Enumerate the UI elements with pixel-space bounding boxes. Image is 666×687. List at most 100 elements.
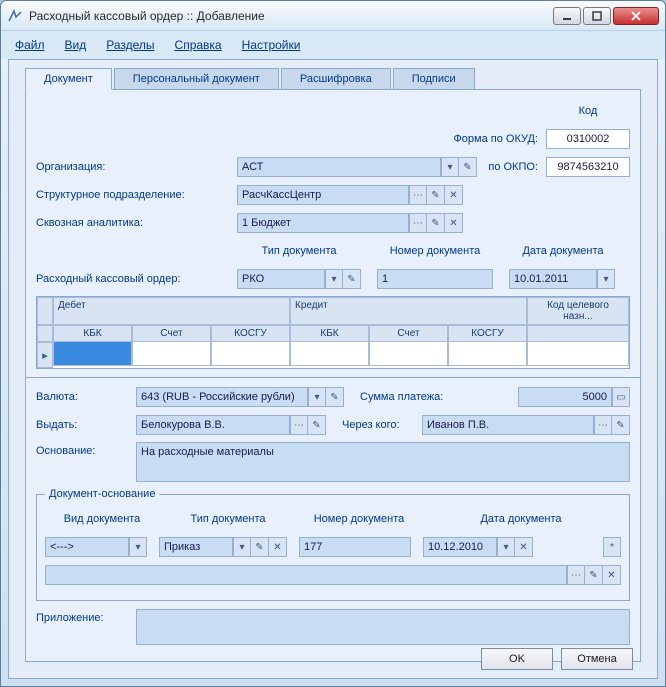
kbk-header-credit: КБК	[290, 325, 369, 342]
dropdown-icon[interactable]: ▾	[129, 537, 147, 557]
basis-kind-header: Вид документа	[45, 513, 159, 525]
basis-textarea[interactable]: На расходные материалы	[136, 442, 630, 482]
organization-combo[interactable]	[237, 157, 441, 177]
account-header: Счет	[132, 325, 211, 342]
menu-help[interactable]: Справка	[175, 38, 222, 52]
doc-date-field[interactable]	[509, 269, 597, 289]
okud-label: Форма по ОКУД:	[453, 133, 538, 145]
tab-document[interactable]: Документ	[25, 68, 112, 90]
grid-cell[interactable]	[448, 342, 527, 366]
debit-credit-grid[interactable]: Дебет Кредит Код целевого назн... КБК Сч…	[36, 296, 630, 369]
tab-decipher[interactable]: Расшифровка	[281, 68, 391, 89]
basis-date-header: Дата документа	[421, 513, 621, 525]
dropdown-icon[interactable]: ▾	[233, 537, 251, 557]
organization-label: Организация:	[36, 161, 131, 173]
cancel-button[interactable]: Отмена	[561, 648, 633, 670]
grid-cell-active[interactable]	[53, 342, 132, 366]
basis-number-field[interactable]	[299, 537, 411, 557]
edit-icon[interactable]: ✎	[612, 415, 630, 435]
edit-icon[interactable]: ✎	[326, 387, 344, 407]
edit-icon[interactable]: ✎	[585, 565, 603, 585]
basis-type-combo[interactable]	[159, 537, 233, 557]
dropdown-icon[interactable]: ▾	[325, 269, 343, 289]
okud-field[interactable]	[546, 129, 630, 149]
edit-icon[interactable]: ✎	[343, 269, 361, 289]
menu-view[interactable]: Вид	[65, 38, 87, 52]
ellipsis-icon[interactable]: ⋯	[290, 415, 308, 435]
clear-icon[interactable]: ✕	[603, 565, 621, 585]
dropdown-icon[interactable]: ▾	[441, 157, 459, 177]
through-field[interactable]	[422, 415, 594, 435]
subdivision-field[interactable]	[237, 185, 409, 205]
doc-type-combo[interactable]	[237, 269, 325, 289]
target-code-header: Код целевого назн...	[527, 297, 629, 325]
payment-sum-label: Сумма платежа:	[360, 391, 443, 403]
doc-date-header: Дата документа	[509, 245, 617, 257]
lookup-icon[interactable]: ✎	[459, 157, 477, 177]
dropdown-icon[interactable]: ▾	[308, 387, 326, 407]
grid-cell[interactable]	[369, 342, 448, 366]
doc-number-field[interactable]	[377, 269, 493, 289]
document-panel: Код Форма по ОКУД: Организация: ▾ ✎ по О…	[25, 89, 641, 662]
edit-icon[interactable]: ✎	[251, 537, 269, 557]
tab-personal[interactable]: Персональный документ	[114, 68, 279, 89]
tab-signatures[interactable]: Подписи	[393, 68, 475, 89]
debit-group-header: Дебет	[53, 297, 290, 325]
menubar: Файл Вид Разделы Справка Настройки	[1, 31, 665, 59]
window-frame: Расходный кассовый ордер :: Добавление Ф…	[0, 0, 666, 687]
clear-icon[interactable]: ✕	[515, 537, 533, 557]
calc-icon[interactable]: ▭	[612, 387, 630, 407]
payment-sum-field[interactable]	[518, 387, 612, 407]
tab-row: Документ Персональный документ Расшифров…	[9, 60, 657, 89]
currency-combo[interactable]	[136, 387, 308, 407]
basis-type-header: Тип документа	[159, 513, 297, 525]
ellipsis-icon[interactable]: ⋯	[409, 185, 427, 205]
analytics-field[interactable]	[237, 213, 409, 233]
okpo-label: по ОКПО:	[488, 161, 538, 173]
basis-label: Основание:	[36, 442, 136, 457]
kbk-header: КБК	[53, 325, 132, 342]
window-title: Расходный кассовый ордер :: Добавление	[29, 9, 553, 23]
menu-sections[interactable]: Разделы	[106, 38, 154, 52]
star-button[interactable]: *	[603, 537, 621, 557]
basis-number-header: Номер документа	[297, 513, 421, 525]
clear-icon[interactable]: ✕	[445, 213, 463, 233]
basis-extra-field[interactable]	[45, 565, 567, 585]
currency-label: Валюта:	[36, 391, 136, 403]
grid-cell[interactable]	[132, 342, 211, 366]
credit-group-header: Кредит	[290, 297, 527, 325]
clear-icon[interactable]: ✕	[269, 537, 287, 557]
dialog-buttons: OK Отмена	[481, 648, 633, 670]
ellipsis-icon[interactable]: ⋯	[567, 565, 585, 585]
ellipsis-icon[interactable]: ⋯	[409, 213, 427, 233]
basis-date-field[interactable]	[423, 537, 497, 557]
clear-icon[interactable]: ✕	[445, 185, 463, 205]
app-icon	[7, 8, 23, 24]
analytics-label: Сквозная аналитика:	[36, 217, 237, 229]
code-label: Код	[546, 105, 630, 117]
titlebar[interactable]: Расходный кассовый ордер :: Добавление	[1, 1, 665, 31]
ok-button[interactable]: OK	[481, 648, 553, 670]
grid-cell[interactable]	[527, 342, 629, 366]
close-button[interactable]	[613, 7, 659, 25]
okpo-field[interactable]	[546, 157, 630, 177]
grid-cell[interactable]	[211, 342, 290, 366]
menu-settings[interactable]: Настройки	[242, 38, 301, 52]
edit-icon[interactable]: ✎	[427, 185, 445, 205]
basis-kind-combo[interactable]	[45, 537, 129, 557]
kosgu-header-credit: КОСГУ	[448, 325, 527, 342]
ellipsis-icon[interactable]: ⋯	[594, 415, 612, 435]
dropdown-icon[interactable]: ▾	[497, 537, 515, 557]
grid-cell[interactable]	[290, 342, 369, 366]
maximize-button[interactable]	[583, 7, 611, 25]
attachment-field[interactable]	[136, 609, 630, 645]
menu-file[interactable]: Файл	[15, 38, 45, 52]
minimize-button[interactable]	[553, 7, 581, 25]
issue-to-field[interactable]	[136, 415, 290, 435]
edit-icon[interactable]: ✎	[427, 213, 445, 233]
attachment-label: Приложение:	[36, 609, 136, 624]
doc-number-header: Номер документа	[377, 245, 493, 257]
dropdown-icon[interactable]: ▾	[597, 269, 615, 289]
row-marker-icon[interactable]: ▸	[37, 342, 53, 368]
edit-icon[interactable]: ✎	[308, 415, 326, 435]
